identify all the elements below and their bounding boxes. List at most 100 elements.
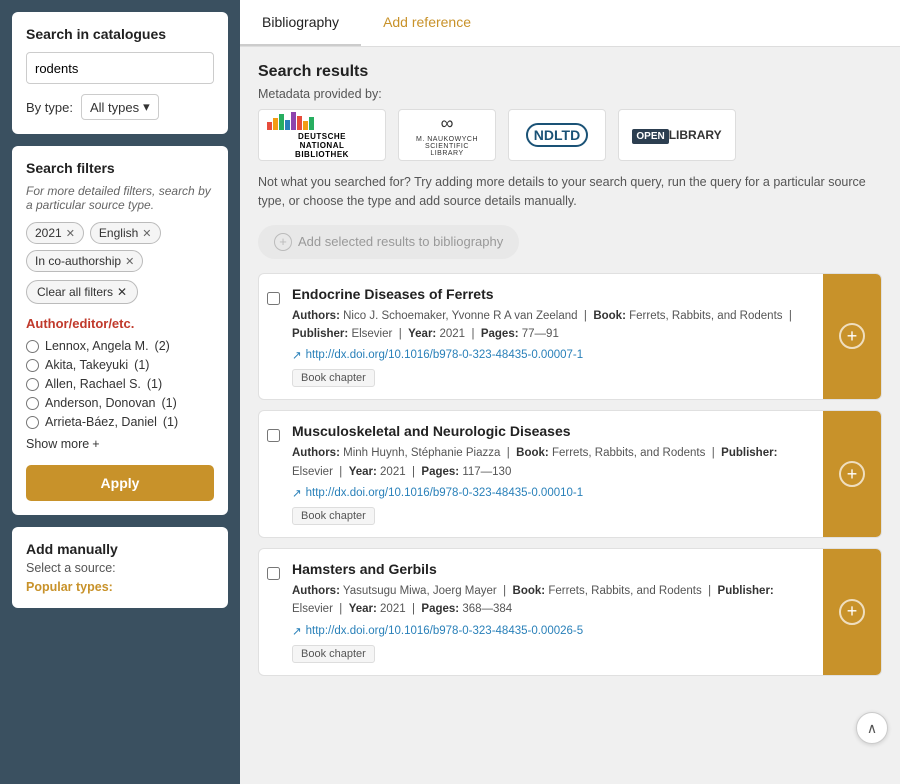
result-card-left-1 [259,411,288,537]
add-manually-title: Add manually [26,541,214,557]
result-card-left-2 [259,549,288,675]
type-dropdown-value: All types [90,100,139,115]
list-item: Anderson, Donovan (1) [26,396,214,410]
filter-tag-english: English ✕ [90,222,161,244]
remove-english-icon[interactable]: ✕ [142,227,151,240]
external-link-icon: ↗ [292,348,302,362]
type-dropdown[interactable]: All types ▾ [81,94,159,120]
result-meta-2: Authors: Yasutsugu Miwa, Joerg Mayer | B… [292,582,813,619]
remove-2021-icon[interactable]: ✕ [66,227,75,240]
author-section-title: Author/editor/etc. [26,316,214,331]
external-link-icon: ↗ [292,624,302,638]
result-checkbox-0[interactable] [267,292,280,305]
search-filters-title: Search filters [26,160,214,176]
chevron-up-icon: ∧ [867,720,877,737]
search-input-row: rodents 🔍 [26,52,214,84]
result-card-0: Endocrine Diseases of Ferrets Authors: N… [258,273,882,401]
show-more-plus-icon: + [92,437,99,451]
author-count: (1) [163,415,178,429]
result-card-body-1: Musculoskeletal and Neurologic Diseases … [288,411,823,537]
author-name: Allen, Rachael S. [45,377,141,391]
add-result-icon-1: + [839,461,865,487]
remove-all-icon: ✕ [117,285,127,299]
author-radio-akita[interactable] [26,359,39,372]
apply-button[interactable]: Apply [26,465,214,501]
author-radio-arrieta[interactable] [26,416,39,429]
type-row: By type: All types ▾ [26,94,214,120]
result-title-0: Endocrine Diseases of Ferrets [292,286,813,302]
not-found-text: Not what you searched for? Try adding mo… [258,173,882,211]
result-card-add-2[interactable]: + [823,549,881,675]
author-name: Akita, Takeyuki [45,358,128,372]
filter-tag-coauthorship: In co-authorship ✕ [26,250,143,272]
author-radio-anderson[interactable] [26,397,39,410]
result-card-add-0[interactable]: + [823,274,881,400]
author-count: (2) [155,339,170,353]
list-item: Arrieta-Báez, Daniel (1) [26,415,214,429]
filter-tag-label: 2021 [35,226,62,240]
author-radio-allen[interactable] [26,378,39,391]
add-result-icon-0: + [839,323,865,349]
result-card-body-2: Hamsters and Gerbils Authors: Yasutsugu … [288,549,823,675]
result-checkbox-1[interactable] [267,429,280,442]
search-results-title: Search results [258,63,882,81]
metadata-row: Metadata provided by: [258,87,882,101]
list-item: Akita, Takeyuki (1) [26,358,214,372]
book-chapter-badge-0: Book chapter [292,369,375,387]
search-input[interactable]: rodents [27,55,214,82]
add-selected-button[interactable]: + Add selected results to bibliography [258,225,519,259]
chevron-down-icon: ▾ [143,99,150,115]
external-link-icon: ↗ [292,486,302,500]
main-content: Search results Metadata provided by: [240,47,900,784]
provider-logo-openlibrary: OPENLIBRARY [618,109,736,161]
result-link-1[interactable]: ↗ http://dx.doi.org/10.1016/b978-0-323-4… [292,486,813,500]
result-card-2: Hamsters and Gerbils Authors: Yasutsugu … [258,548,882,676]
select-source-label: Select a source: [26,561,214,575]
clear-all-filters-button[interactable]: Clear all filters ✕ [26,280,138,304]
provider-logo-dnb: DEUTSCHENATIONALBIBLIOTHEK [258,109,386,161]
book-chapter-badge-2: Book chapter [292,645,375,663]
author-name: Arrieta-Báez, Daniel [45,415,157,429]
show-more-button[interactable]: Show more + [26,437,100,451]
add-selected-label: Add selected results to bibliography [298,234,503,249]
tab-add-reference[interactable]: Add reference [361,0,493,46]
add-selected-plus-icon: + [274,233,292,251]
result-meta-1: Authors: Minh Huynh, Stéphanie Piazza | … [292,444,813,481]
remove-coauthorship-icon[interactable]: ✕ [125,255,134,268]
result-card-body-0: Endocrine Diseases of Ferrets Authors: N… [288,274,823,400]
by-type-label: By type: [26,100,73,115]
author-name: Anderson, Donovan [45,396,156,410]
author-count: (1) [147,377,162,391]
book-chapter-badge-1: Book chapter [292,507,375,525]
result-card-add-1[interactable]: + [823,411,881,537]
provider-logo-naukowa: ∞ M. NAUKOWYCHSCIENTIFICLIBRARY [398,109,496,161]
author-list: Lennox, Angela M. (2) Akita, Takeyuki (1… [26,339,214,429]
result-checkbox-2[interactable] [267,567,280,580]
result-title-2: Hamsters and Gerbils [292,561,813,577]
tab-bibliography[interactable]: Bibliography [240,0,361,46]
author-radio-lennox[interactable] [26,340,39,353]
show-more-label: Show more [26,437,89,451]
list-item: Allen, Rachael S. (1) [26,377,214,391]
filter-tag-label: In co-authorship [35,254,121,268]
result-card-left-0 [259,274,288,400]
result-link-2[interactable]: ↗ http://dx.doi.org/10.1016/b978-0-323-4… [292,624,813,638]
author-count: (1) [134,358,149,372]
search-catalogues-box: Search in catalogues rodents 🔍 By type: … [12,12,228,134]
search-filters-box: Search filters For more detailed filters… [12,146,228,515]
result-card-1: Musculoskeletal and Neurologic Diseases … [258,410,882,538]
filter-tag-label: English [99,226,138,240]
right-panel-inner: Bibliography Add reference Search result… [240,0,900,784]
author-count: (1) [162,396,177,410]
scroll-up-button[interactable]: ∧ [856,712,888,744]
popular-types-label: Popular types: [26,580,113,594]
author-name: Lennox, Angela M. [45,339,149,353]
search-catalogues-title: Search in catalogues [26,26,214,42]
provider-logo-ndltd: NDLTD [508,109,606,161]
result-link-0[interactable]: ↗ http://dx.doi.org/10.1016/b978-0-323-4… [292,348,813,362]
author-section: Author/editor/etc. Lennox, Angela M. (2)… [26,316,214,451]
filter-tag-2021: 2021 ✕ [26,222,84,244]
tab-bar: Bibliography Add reference [240,0,900,47]
add-manually-box: Add manually Select a source: Popular ty… [12,527,228,608]
result-meta-0: Authors: Nico J. Schoemaker, Yvonne R A … [292,307,813,344]
